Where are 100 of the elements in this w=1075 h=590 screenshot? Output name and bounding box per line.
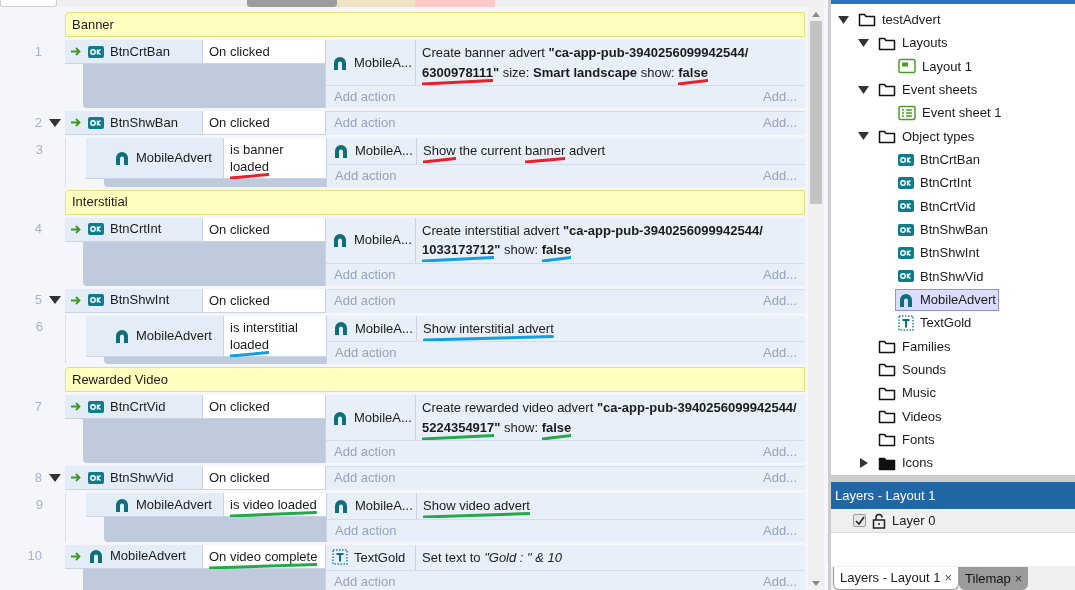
tree-item[interactable]: BtnShwInt xyxy=(895,242,983,265)
arch-icon xyxy=(114,496,130,513)
action-cell[interactable]: Create interstitial advert "ca-app-pub-3940256099942544/ 1033173712" show: false xyxy=(416,217,805,263)
condition-cell[interactable]: is video loaded xyxy=(224,493,326,516)
action-object-cell[interactable]: MobileA... xyxy=(326,395,416,440)
panel-tab[interactable]: Tilemap × xyxy=(959,567,1029,590)
tree-item[interactable]: Object types xyxy=(875,125,978,148)
scroll-up-icon[interactable] xyxy=(812,12,820,17)
tree-item[interactable]: TextGold xyxy=(895,312,975,335)
arch-icon xyxy=(898,291,914,308)
action-cell[interactable]: Create rewarded video advert "ca-app-pub-3940256099942544/ 5224354917" show: false xyxy=(416,395,805,440)
action-text: Show interstitial advert xyxy=(423,320,554,336)
action-object-cell[interactable]: MobileA... xyxy=(327,315,417,341)
condition-text: On clicked xyxy=(209,470,270,485)
condition-cell[interactable]: On clicked xyxy=(203,217,325,241)
condition-text: is video loaded xyxy=(230,497,317,512)
scroll-down-icon[interactable] xyxy=(812,581,820,586)
unlock-icon[interactable] xyxy=(872,512,886,529)
action-cell[interactable]: Set text to "Gold : " & 10 xyxy=(416,544,805,570)
condition-object-cell[interactable]: MobileAdvert xyxy=(65,544,203,568)
action-object-cell[interactable]: MobileA... xyxy=(326,217,416,263)
ok-badge-icon xyxy=(898,200,914,213)
expand-arrow-icon[interactable] xyxy=(857,458,869,469)
collapse-arrow-icon[interactable] xyxy=(49,295,61,305)
text-object-icon xyxy=(332,549,348,566)
expand-arrow-icon[interactable] xyxy=(857,131,869,142)
condition-cell[interactable]: is banner loaded xyxy=(224,138,326,178)
tree-item[interactable]: Event sheets xyxy=(875,78,981,101)
tree-item[interactable]: Families xyxy=(875,335,954,358)
layout-icon xyxy=(898,58,916,75)
object-name: BtnShwInt xyxy=(110,291,170,310)
action-text: Show video advert xyxy=(423,498,530,513)
tree-item[interactable]: BtnShwVid xyxy=(895,265,987,288)
folder-icon xyxy=(878,362,896,378)
action-cell[interactable]: Create banner advert "ca-app-pub-3940256099942544/ 6300978111" size: Smart landscape show: false xyxy=(416,40,805,85)
condition-object-cell[interactable]: BtnShwInt xyxy=(65,288,203,312)
collapse-arrow-icon[interactable] xyxy=(49,117,61,128)
close-icon[interactable]: × xyxy=(944,568,953,588)
condition-cell[interactable]: On clicked xyxy=(203,466,325,489)
expand-arrow-icon[interactable] xyxy=(857,38,869,48)
action-object-cell[interactable]: MobileA... xyxy=(327,493,417,519)
condition-cell[interactable]: On clicked xyxy=(203,288,325,312)
condition-object-cell[interactable]: BtnCrtVid xyxy=(65,395,203,418)
tree-item[interactable]: Icons xyxy=(875,452,937,475)
expand-arrow-icon[interactable] xyxy=(857,84,869,95)
condition-text: On video complete xyxy=(209,548,318,564)
action-cell[interactable]: Show the current banner advert xyxy=(417,138,805,164)
event-number: 1 xyxy=(33,42,42,61)
action-cell[interactable]: Show interstitial advert xyxy=(417,315,805,341)
tree-item[interactable]: Event sheet 1 xyxy=(895,102,1005,125)
condition-cell[interactable]: On clicked xyxy=(203,111,325,134)
expand-arrow-icon[interactable] xyxy=(837,14,849,25)
event-number: 2 xyxy=(33,113,42,132)
action-object-cell[interactable]: MobileA... xyxy=(326,40,416,85)
object-name: MobileA... xyxy=(354,408,412,427)
object-name: MobileA... xyxy=(354,231,412,250)
condition-cell[interactable]: is interstitial loaded xyxy=(224,315,326,356)
folder-icon xyxy=(878,432,896,448)
folder-icon xyxy=(878,409,896,424)
tree-item[interactable]: BtnCrtBan xyxy=(895,148,983,171)
condition-object-cell[interactable]: MobileAdvert xyxy=(86,315,224,356)
condition-object-cell[interactable]: BtnCrtBan xyxy=(65,40,203,63)
condition-object-cell[interactable]: BtnShwVid xyxy=(65,466,203,489)
tree-item[interactable]: testAdvert xyxy=(855,8,944,31)
condition-cell[interactable]: On video complete xyxy=(203,544,325,568)
arch-icon xyxy=(114,327,130,344)
layer-name: Layer 0 xyxy=(892,511,936,530)
condition-object-cell[interactable]: BtnShwBan xyxy=(65,111,203,134)
tree-item[interactable]: Music xyxy=(875,382,939,405)
condition-object-cell[interactable]: MobileAdvert xyxy=(86,138,224,178)
scrollbar-thumb[interactable] xyxy=(810,21,822,204)
action-object-cell[interactable]: MobileA... xyxy=(327,138,417,164)
tree-item[interactable]: MobileAdvert xyxy=(895,288,999,311)
condition-cell[interactable]: On clicked xyxy=(203,40,325,63)
tree-item[interactable]: Layouts xyxy=(875,32,951,54)
close-icon[interactable]: × xyxy=(1014,568,1023,589)
visible-checkbox[interactable] xyxy=(853,514,866,527)
tree-item[interactable]: BtnCrtVid xyxy=(895,195,979,218)
action-cell[interactable]: Show video advert xyxy=(417,493,805,519)
condition-text: is banner loaded xyxy=(230,142,284,174)
panel-tab[interactable]: Layers - Layout 1 × xyxy=(833,567,960,590)
tree-item[interactable]: Videos xyxy=(875,405,945,428)
tree-item[interactable]: Sounds xyxy=(875,358,950,381)
group-header[interactable]: Rewarded Video xyxy=(65,367,805,392)
object-name: BtnShwBan xyxy=(110,113,178,132)
collapse-arrow-icon[interactable] xyxy=(49,472,61,483)
group-header[interactable]: Banner xyxy=(65,12,805,37)
tree-item[interactable]: Layout 1 xyxy=(895,55,975,78)
condition-cell[interactable]: On clicked xyxy=(203,395,325,418)
group-header[interactable]: Interstitial xyxy=(65,189,805,215)
action-text: Show the current banner advert xyxy=(423,143,606,158)
tree-item[interactable]: BtnShwBan xyxy=(895,218,991,241)
action-object-cell[interactable]: TextGold xyxy=(326,544,416,570)
tree-item[interactable]: BtnCrtInt xyxy=(895,172,975,195)
object-name: MobileAdvert xyxy=(136,495,212,514)
condition-object-cell[interactable]: BtnCrtInt xyxy=(65,217,203,241)
condition-object-cell[interactable]: MobileAdvert xyxy=(86,493,224,516)
layer-row[interactable]: Layer 0 xyxy=(831,509,1075,533)
event-number: 7 xyxy=(33,397,42,416)
tree-item[interactable]: Fonts xyxy=(875,428,938,451)
